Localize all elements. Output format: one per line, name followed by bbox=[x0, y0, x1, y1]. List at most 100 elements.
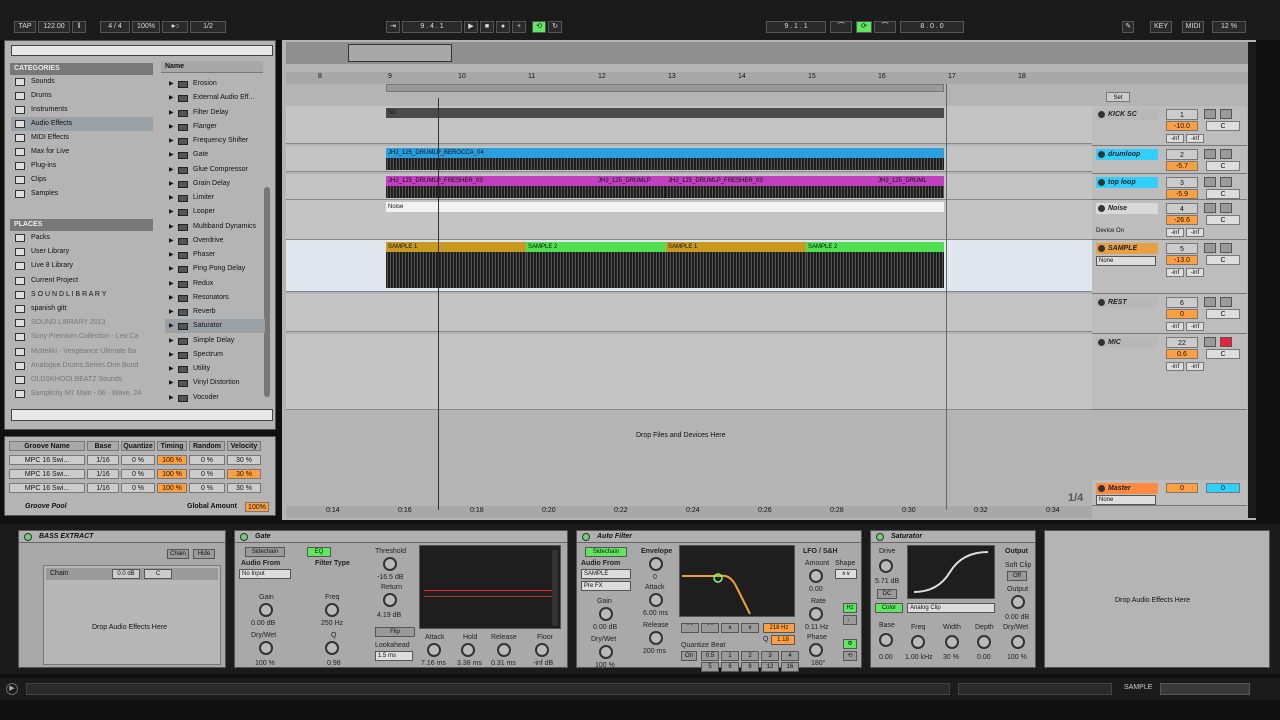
arm-icon[interactable] bbox=[1220, 297, 1232, 307]
groove-cell[interactable]: 0 % bbox=[121, 455, 155, 465]
sat-freq-knob[interactable] bbox=[911, 635, 925, 649]
width-knob[interactable] bbox=[945, 635, 959, 649]
clip[interactable]: JH2_125_DRUMLP bbox=[596, 176, 666, 186]
arm-icon[interactable] bbox=[1220, 177, 1232, 187]
chain-volume[interactable]: 0.0 dB bbox=[112, 569, 140, 579]
expand-arrow-icon[interactable]: ▶ bbox=[169, 376, 174, 390]
clip[interactable]: Noise bbox=[386, 202, 944, 212]
lfo-spin-button[interactable]: ⟲ bbox=[843, 651, 857, 661]
base-knob[interactable] bbox=[879, 633, 893, 647]
track-name[interactable]: drumloop bbox=[1096, 149, 1158, 160]
filter-type-hp[interactable]: ⌒ bbox=[701, 623, 719, 633]
filter-prefx-select[interactable]: Pre FX bbox=[581, 581, 631, 591]
groove-cell[interactable]: 0 % bbox=[121, 483, 155, 493]
lfo-shape-icon[interactable]: ∧∨ bbox=[835, 569, 857, 579]
place-item[interactable]: Live 8 Library bbox=[11, 259, 153, 273]
expand-arrow-icon[interactable]: ▶ bbox=[169, 191, 174, 205]
track-lane[interactable] bbox=[286, 334, 1092, 410]
track-volume[interactable]: -13.0 bbox=[1166, 255, 1198, 265]
lfo-beat-button[interactable]: ♩ bbox=[843, 615, 857, 625]
zoom-field[interactable]: 100% bbox=[132, 21, 160, 33]
effect-item[interactable]: ▶ Saturator bbox=[165, 319, 265, 334]
clip[interactable]: SC bbox=[386, 108, 944, 118]
groove-cell[interactable]: MPC 16 Swi... bbox=[9, 455, 85, 465]
position-field[interactable]: 9 . 4 . 1 bbox=[402, 21, 462, 33]
place-item[interactable]: spanish gitt bbox=[11, 302, 153, 316]
track-volume[interactable]: -26.6 bbox=[1166, 215, 1198, 225]
place-item[interactable]: OLDSKHOOLBEATZ Sounds bbox=[11, 373, 153, 387]
midi-map-button[interactable]: MIDI bbox=[1182, 21, 1204, 33]
expand-arrow-icon[interactable]: ▶ bbox=[169, 391, 174, 405]
expand-arrow-icon[interactable]: ▶ bbox=[169, 334, 174, 348]
drive-knob[interactable] bbox=[879, 559, 893, 573]
metronome-icon[interactable]: ●○ bbox=[162, 21, 188, 33]
solo-icon[interactable] bbox=[1204, 297, 1216, 307]
place-item[interactable]: Analogue.Drums.Series.One.Bund bbox=[11, 359, 153, 373]
track-number[interactable]: 1 bbox=[1166, 109, 1198, 120]
dc-button[interactable]: DC bbox=[877, 589, 897, 599]
follow-icon[interactable]: ⇥ bbox=[386, 21, 400, 33]
gate-power-icon[interactable] bbox=[240, 533, 248, 541]
filter-drywet-knob[interactable] bbox=[599, 645, 613, 659]
expand-arrow-icon[interactable]: ▶ bbox=[169, 362, 174, 376]
filter-source-select[interactable]: SAMPLE bbox=[581, 569, 631, 579]
track-pan[interactable]: C bbox=[1206, 215, 1240, 225]
solo-icon[interactable] bbox=[1204, 203, 1216, 213]
effect-item[interactable]: ▶ Filter Delay bbox=[165, 106, 265, 120]
gate-eq-button[interactable]: EQ bbox=[307, 547, 331, 557]
track-header[interactable]: KICK SC 1 -10.0 C -inf -inf bbox=[1092, 106, 1247, 146]
name-column-header[interactable]: Name bbox=[161, 61, 263, 73]
effect-item[interactable]: ▶ Phaser bbox=[165, 248, 265, 262]
track-number[interactable]: 3 bbox=[1166, 177, 1198, 188]
vertical-scrollbar[interactable] bbox=[1248, 42, 1256, 518]
expand-arrow-icon[interactable]: ▶ bbox=[169, 177, 174, 191]
quantize-beat-button[interactable]: 4 bbox=[781, 651, 799, 661]
gate-sidechain-button[interactable]: Sidechain bbox=[245, 547, 285, 557]
pencil-icon[interactable]: ✎ bbox=[1122, 21, 1134, 33]
track-volume[interactable]: -5.9 bbox=[1166, 189, 1198, 199]
sat-drywet-knob[interactable] bbox=[1011, 635, 1025, 649]
clip[interactable]: JH2_125_DRUMLP_FRESHER_03 bbox=[666, 176, 876, 186]
status-view-icons[interactable] bbox=[1160, 683, 1250, 695]
expand-arrow-icon[interactable]: ▶ bbox=[169, 277, 174, 291]
expand-arrow-icon[interactable]: ▶ bbox=[169, 248, 174, 262]
loop-switch-icon[interactable]: ⟳ bbox=[856, 21, 872, 33]
loop-brace[interactable] bbox=[386, 84, 944, 92]
filter-gain-knob[interactable] bbox=[599, 607, 613, 621]
lookahead-select[interactable]: 1.5 ms bbox=[375, 651, 413, 661]
place-item[interactable]: S O U N D L I B R A R Y bbox=[11, 288, 153, 302]
quantize-on-button[interactable]: On bbox=[681, 651, 697, 661]
loop-length-field[interactable]: 8 . 0 . 0 bbox=[900, 21, 964, 33]
punch-in-icon[interactable]: ⌒ bbox=[830, 21, 852, 33]
effect-item[interactable]: ▶ Frequency Shifter bbox=[165, 134, 265, 148]
track-pan[interactable]: C bbox=[1206, 309, 1240, 319]
clip[interactable]: JH2_125_DRUMLP_BEROCCA_04 bbox=[386, 148, 944, 158]
track-number[interactable]: 2 bbox=[1166, 149, 1198, 160]
lfo-phase-knob[interactable] bbox=[809, 643, 823, 657]
clip[interactable]: JH2_125_DRUML bbox=[876, 176, 944, 186]
track-pan[interactable]: C bbox=[1206, 255, 1240, 265]
effect-item[interactable]: ▶ Spectrum bbox=[165, 348, 265, 362]
drop-area[interactable]: Drop Files and Devices Here bbox=[286, 410, 1092, 510]
expand-arrow-icon[interactable]: ▶ bbox=[169, 91, 174, 105]
track-name[interactable]: top loop bbox=[1096, 177, 1158, 188]
category-item[interactable]: Max for Live bbox=[11, 145, 153, 159]
place-item[interactable]: Sony Premium Collection - Leo Ca bbox=[11, 330, 153, 344]
quantize-beat-button[interactable]: 3 bbox=[761, 651, 779, 661]
effect-item[interactable]: ▶ Simple Delay bbox=[165, 334, 265, 348]
solo-icon[interactable] bbox=[1204, 177, 1216, 187]
expand-arrow-icon[interactable]: ▶ bbox=[169, 106, 174, 120]
track-header[interactable]: REST 6 0 C -inf -inf bbox=[1092, 294, 1247, 334]
hold-knob[interactable] bbox=[461, 643, 475, 657]
lfo-amount-knob[interactable] bbox=[809, 569, 823, 583]
filter-q-field[interactable]: 1.18 bbox=[771, 635, 795, 645]
clip[interactable]: SAMPLE 1 bbox=[386, 242, 526, 252]
sat-power-icon[interactable] bbox=[876, 533, 884, 541]
track-name[interactable]: Noise bbox=[1096, 203, 1158, 214]
master-pan[interactable]: 0 bbox=[1206, 483, 1240, 493]
category-item[interactable]: MIDI Effects bbox=[11, 131, 153, 145]
quantize-select[interactable]: 1/2 bbox=[190, 21, 226, 33]
solo-icon[interactable] bbox=[1204, 337, 1216, 347]
track-pan[interactable]: C bbox=[1206, 349, 1240, 359]
expand-arrow-icon[interactable]: ▶ bbox=[169, 134, 174, 148]
